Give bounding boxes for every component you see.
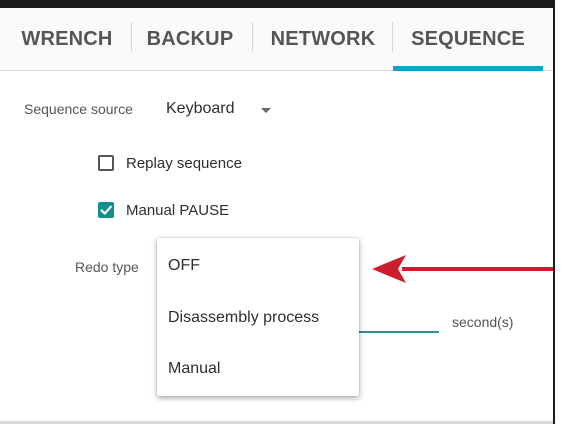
sequence-source-label: Sequence source [24,101,133,117]
manual-pause-label: Manual PAUSE [126,202,230,219]
replay-sequence-label: Replay sequence [126,155,242,172]
annotation-arrow-icon [372,255,406,283]
redo-type-label: Redo type [75,259,139,275]
tab-bar: WRENCH BACKUP NETWORK SEQUENCE [0,8,553,71]
menu-item-manual[interactable]: Manual [168,360,220,378]
menu-item-off[interactable]: OFF [168,257,200,275]
tab-wrench-label: WRENCH [21,27,113,50]
sequence-source-dropdown[interactable]: Keyboard [166,100,235,118]
tab-sequence[interactable]: SEQUENCE [393,8,543,71]
tab-sequence-label: SEQUENCE [411,27,525,50]
window-right-border [553,0,565,424]
seconds-unit-label: second(s) [452,314,514,330]
menu-item-disassembly-process[interactable]: Disassembly process [168,309,319,327]
seconds-input[interactable] [358,331,439,333]
tab-wrench[interactable]: WRENCH [8,8,126,70]
chevron-down-icon[interactable] [261,108,271,113]
tab-backup[interactable]: BACKUP [134,8,246,70]
redo-type-dropdown-menu: OFF Disassembly process Manual [157,238,359,396]
replay-sequence-checkbox[interactable] [98,155,114,171]
window-top-border [0,0,565,8]
checkmark-icon [100,205,112,215]
tab-separator [252,22,253,52]
tab-network-label: NETWORK [270,27,376,50]
tab-separator [131,22,132,52]
manual-pause-checkbox[interactable] [98,202,114,218]
tab-backup-label: BACKUP [146,27,234,50]
annotation-arrow-shaft [402,267,553,271]
tab-network[interactable]: NETWORK [256,8,390,70]
